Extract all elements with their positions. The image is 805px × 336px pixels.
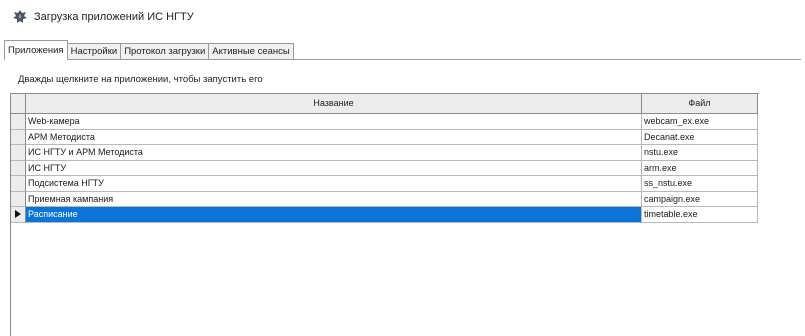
hint-text: Дважды щелкните на приложении, чтобы зап… [18,74,263,85]
grid-header: Название Файл [11,94,758,114]
row-indicator [11,176,26,192]
applications-grid[interactable]: Название Файл Web-камера webcam_ex.exe А… [10,93,759,336]
app-file-cell[interactable]: Decanat.exe [642,129,758,145]
row-indicator-current [11,207,26,223]
window-title: Загрузка приложений ИС НГТУ [34,11,194,23]
row-indicator [11,160,26,176]
app-name-cell[interactable]: Приемная кампания [26,191,642,207]
tab-active-sessions[interactable]: Активные сеансы [208,43,294,60]
row-indicator [11,191,26,207]
table-row[interactable]: Web-камера webcam_ex.exe [11,114,758,130]
app-emblem-icon [13,10,27,23]
grid-body: Web-камера webcam_ex.exe АРМ Методиста D… [11,114,758,223]
table-row-selected[interactable]: Расписание timetable.exe [11,207,758,223]
app-file-cell[interactable]: webcam_ex.exe [642,114,758,130]
row-indicator [11,129,26,145]
table-row[interactable]: Подсистема НГТУ ss_nstu.exe [11,176,758,192]
tab-load-log[interactable]: Протокол загрузки [120,43,210,60]
tab-settings[interactable]: Настройки [66,43,122,60]
app-name-cell[interactable]: Расписание [26,207,642,223]
tab-strip: Приложения Настройки Протокол загрузки А… [4,40,294,60]
app-name-cell[interactable]: АРМ Методиста [26,129,642,145]
column-header-name[interactable]: Название [26,94,642,114]
row-indicator [11,145,26,161]
app-file-cell[interactable]: nstu.exe [642,145,758,161]
app-name-cell[interactable]: Подсистема НГТУ [26,176,642,192]
table-row[interactable]: АРМ Методиста Decanat.exe [11,129,758,145]
tab-applications[interactable]: Приложения [4,40,68,60]
table-row[interactable]: ИС НГТУ arm.exe [11,160,758,176]
app-name-cell[interactable]: Web-камера [26,114,642,130]
row-indicator [11,114,26,130]
app-file-cell[interactable]: arm.exe [642,160,758,176]
app-file-cell[interactable]: timetable.exe [642,207,758,223]
table-row[interactable]: Приемная кампания campaign.exe [11,191,758,207]
app-name-cell[interactable]: ИС НГТУ [26,160,642,176]
app-file-cell[interactable]: campaign.exe [642,191,758,207]
current-row-pointer-icon [15,210,21,218]
applications-panel: Дважды щелкните на приложении, чтобы зап… [4,59,801,336]
app-file-cell[interactable]: ss_nstu.exe [642,176,758,192]
app-name-cell[interactable]: ИС НГТУ и АРМ Методиста [26,145,642,161]
title-bar: Загрузка приложений ИС НГТУ [0,0,805,34]
column-header-file[interactable]: Файл [642,94,758,114]
table-row[interactable]: ИС НГТУ и АРМ Методиста nstu.exe [11,145,758,161]
row-indicator-header [11,94,26,114]
